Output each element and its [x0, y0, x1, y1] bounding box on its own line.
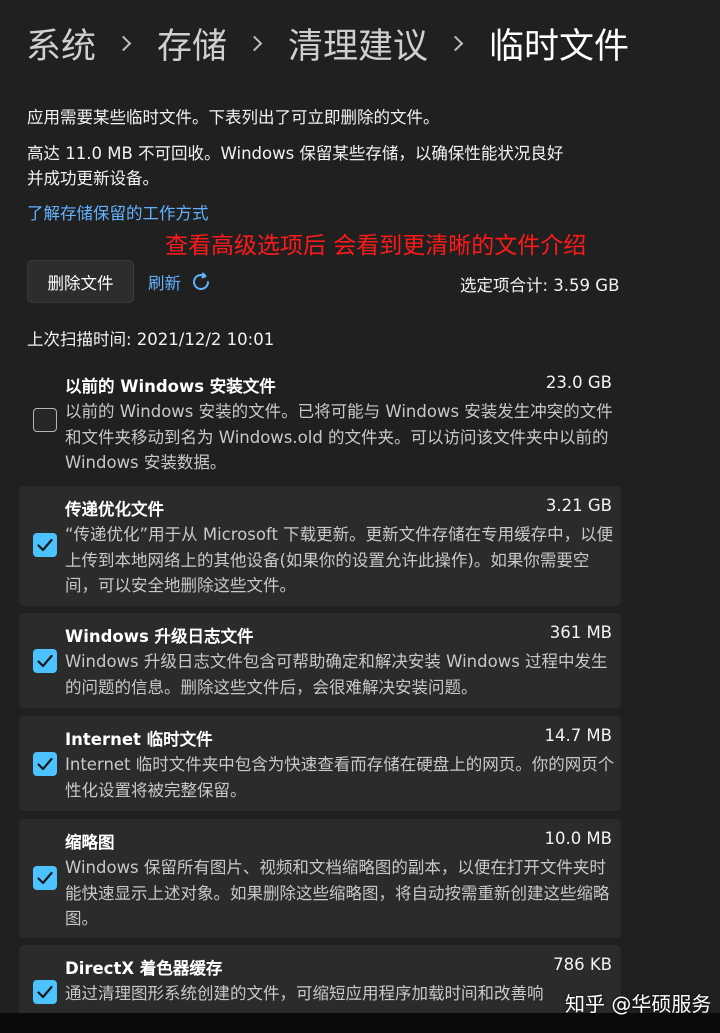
reserved-storage-text-cont: 并成功更新设备。 — [27, 169, 159, 188]
checkbox[interactable] — [33, 533, 57, 557]
checkbox[interactable] — [33, 980, 57, 1004]
breadcrumb: 系统 存储 清理建议 临时文件 — [26, 18, 629, 69]
annotation-text: 查看高级选项后 会看到更清晰的文件介绍 — [165, 233, 587, 259]
checkmark-icon — [37, 871, 53, 885]
item-description: 以前的 Windows 安装的文件。已将可能与 Windows 安装发生冲突的文… — [65, 402, 613, 472]
breadcrumb-item-storage[interactable]: 存储 — [157, 18, 227, 69]
item-title: 以前的 Windows 安装文件 — [65, 377, 276, 396]
checkmark-icon — [37, 654, 53, 668]
chevron-right-icon — [447, 35, 464, 52]
list-item-temporary-internet-files[interactable]: Internet 临时文件 14.7 MB Internet 临时文件夹中包含为… — [19, 716, 621, 811]
selected-total: 选定项合计: 3.59 GB — [460, 276, 620, 295]
chevron-right-icon — [246, 35, 263, 52]
refresh-label: 刷新 — [148, 274, 181, 293]
checkmark-icon — [37, 538, 53, 552]
checkmark-icon — [37, 757, 53, 771]
delete-files-button[interactable]: 删除文件 — [27, 260, 134, 303]
last-scan-time: 上次扫描时间: 2021/12/2 10:01 — [27, 330, 275, 349]
refresh-button[interactable]: 刷新 — [148, 270, 213, 294]
list-item-directx-shader-cache[interactable]: DirectX 着色器缓存 786 KB 通过清理图形系统创建的文件，可缩短应用… — [19, 945, 621, 1015]
item-description: Internet 临时文件夹中包含为快速查看而存储在硬盘上的网页。你的网页个性化… — [65, 755, 615, 800]
checkbox[interactable] — [33, 752, 57, 776]
item-title: Windows 升级日志文件 — [65, 627, 254, 646]
breadcrumb-item-system[interactable]: 系统 — [26, 18, 96, 69]
item-title: DirectX 着色器缓存 — [65, 959, 223, 978]
item-title: 传递优化文件 — [65, 500, 164, 519]
item-description: “传递优化”用于从 Microsoft 下载更新。更新文件存储在专用缓存中，以便… — [65, 525, 614, 595]
item-size: 14.7 MB — [544, 726, 612, 745]
refresh-icon — [193, 272, 209, 290]
item-title: Internet 临时文件 — [65, 730, 213, 749]
checkbox[interactable] — [33, 649, 57, 673]
page-title: 临时文件 — [489, 27, 630, 67]
learn-reserved-storage-link[interactable]: 了解存储保留的工作方式 — [27, 200, 209, 224]
list-item-delivery-optimization[interactable]: 传递优化文件 3.21 GB “传递优化”用于从 Microsoft 下载更新。… — [19, 486, 621, 606]
watermark: 知乎 @华硕服务 — [565, 992, 712, 1016]
checkbox[interactable] — [33, 408, 57, 432]
list-item-windows-upgrade-log-files[interactable]: Windows 升级日志文件 361 MB Windows 升级日志文件包含可帮… — [19, 613, 621, 708]
item-size: 23.0 GB — [545, 373, 612, 392]
item-description: Windows 保留所有图片、视频和文档缩略图的副本，以便在打开文件夹时能快速显… — [65, 858, 610, 928]
item-size: 10.0 MB — [544, 829, 612, 848]
chevron-right-icon — [115, 35, 132, 52]
item-title: 缩略图 — [65, 833, 115, 852]
checkbox[interactable] — [33, 866, 57, 890]
intro-text: 应用需要某些临时文件。下表列出了可立即删除的文件。 — [27, 108, 440, 127]
checkmark-icon — [37, 985, 53, 999]
list-item-thumbnails[interactable]: 缩略图 10.0 MB Windows 保留所有图片、视频和文档缩略图的副本，以… — [19, 819, 621, 938]
item-size: 3.21 GB — [545, 496, 612, 515]
item-description: 通过清理图形系统创建的文件，可缩短应用程序加载时间和改善响 — [65, 984, 544, 1003]
reserved-storage-text: 高达 11.0 MB 不可回收。Windows 保留某些存储，以确保性能状况良好 — [27, 144, 564, 163]
list-item-previous-windows-installation[interactable]: 以前的 Windows 安装文件 23.0 GB 以前的 Windows 安装的… — [19, 363, 621, 479]
item-size: 361 MB — [549, 623, 612, 642]
breadcrumb-item-cleanup-recommendations[interactable]: 清理建议 — [288, 18, 428, 69]
item-size: 786 KB — [553, 955, 612, 974]
item-description: Windows 升级日志文件包含可帮助确定和解决安装 Windows 过程中发生… — [65, 652, 608, 697]
